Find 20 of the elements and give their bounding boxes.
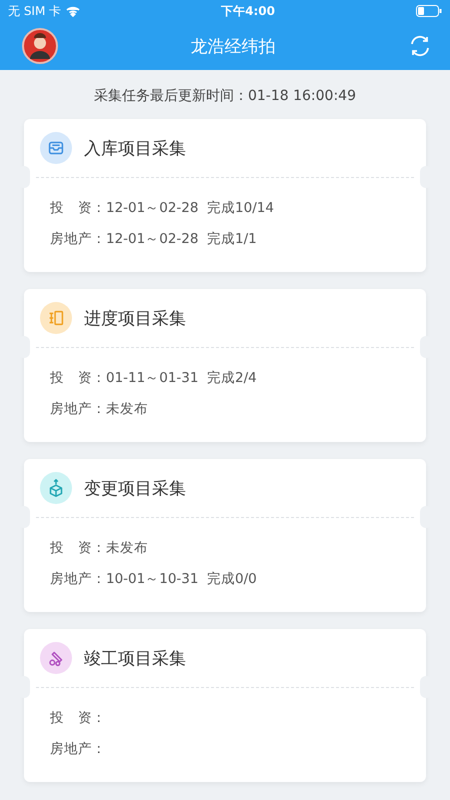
schedule-text: 投 资： bbox=[50, 709, 107, 727]
schedule-text: 投 资：未发布 bbox=[50, 539, 149, 557]
battery-icon bbox=[416, 5, 442, 17]
avatar-icon[interactable] bbox=[22, 28, 58, 64]
refresh-icon[interactable] bbox=[408, 34, 432, 58]
schedule-text: 投 资：01-11～01-31 完成2/4 bbox=[50, 369, 258, 387]
app-title: 龙浩经纬拍 bbox=[190, 36, 276, 58]
schedule-text: 房地产：10-01～10-31 完成0/0 bbox=[50, 570, 258, 588]
schedule-text: 房地产：未发布 bbox=[50, 400, 149, 418]
wifi-icon bbox=[66, 6, 80, 16]
schedule-text: 投 资：12-01～02-28 完成10/14 bbox=[50, 199, 275, 217]
update-time-text: 采集任务最后更新时间：01-18 16:00:49 bbox=[92, 87, 357, 106]
card-title: 竣工项目采集 bbox=[84, 648, 186, 670]
clock-time: 下午4:00 bbox=[221, 2, 275, 20]
schedule-text: 房地产： bbox=[50, 740, 107, 758]
card-title: 进度项目采集 bbox=[84, 308, 186, 330]
card-title: 入库项目采集 bbox=[84, 138, 186, 160]
schedule-text: 房地产：12-01～02-28 完成1/1 bbox=[50, 230, 258, 248]
carrier-label: 无 SIM 卡 bbox=[8, 2, 62, 20]
card-title: 变更项目采集 bbox=[84, 478, 186, 500]
